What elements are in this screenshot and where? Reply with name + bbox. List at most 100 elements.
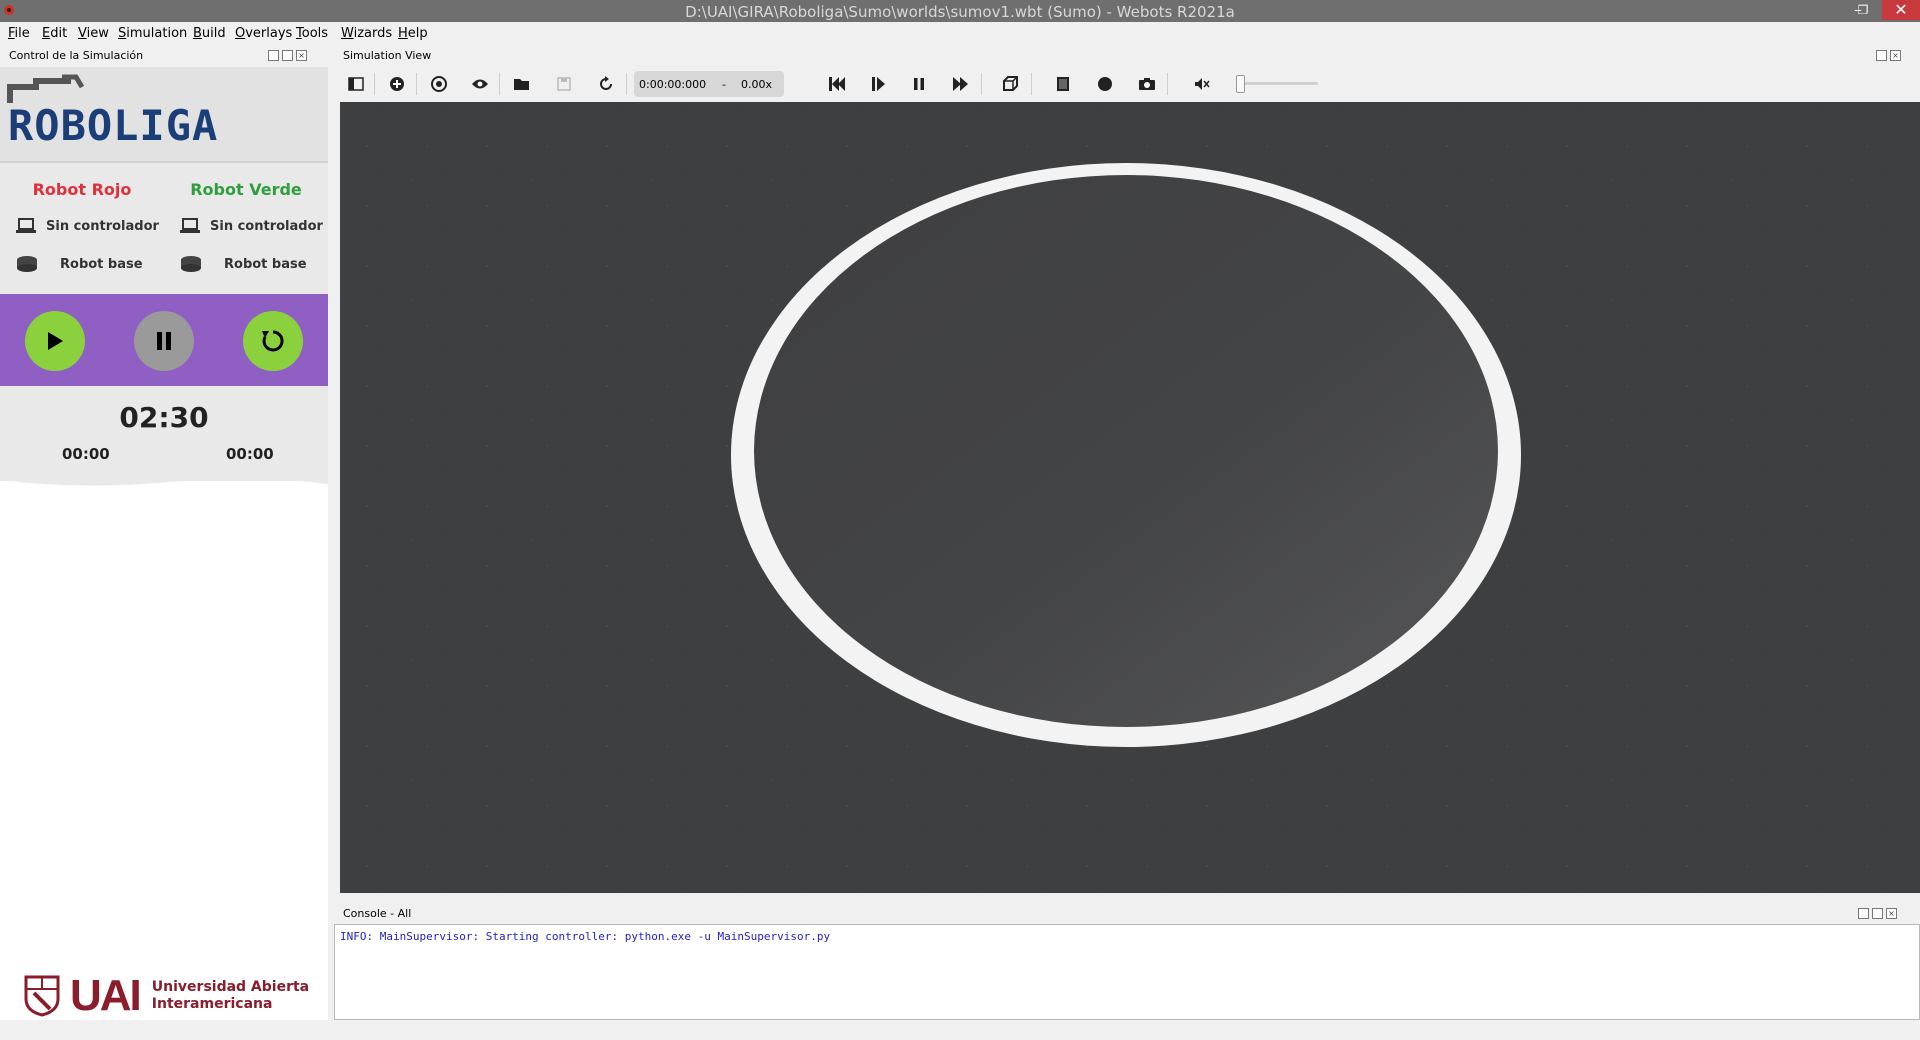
- record-button[interactable]: [1094, 73, 1116, 95]
- console-header: Console - All ×: [334, 904, 1920, 924]
- menu-file[interactable]: File: [8, 26, 30, 41]
- reset-icon: [262, 330, 284, 352]
- simulation-view-title: Simulation View: [343, 49, 432, 62]
- reset-view-button[interactable]: [999, 73, 1021, 95]
- dock-close-icon[interactable]: ×: [296, 50, 307, 61]
- save-world-button[interactable]: [553, 73, 575, 95]
- panel-toggle-icon: [348, 77, 364, 91]
- menu-overlays[interactable]: Overlays: [235, 26, 292, 41]
- pause-button[interactable]: [134, 311, 194, 371]
- simulation-control-panel: ROBOLIGA Robot Rojo Sin controlador Robo…: [0, 67, 328, 1020]
- simulation-time-display: 0:00:00:000 - 0.00x: [634, 71, 784, 97]
- step-button[interactable]: [867, 73, 889, 95]
- toolbar-separator: [1167, 73, 1168, 95]
- console-output[interactable]: INFO: MainSupervisor: Starting controlle…: [334, 924, 1920, 1020]
- arena-surface: [754, 175, 1498, 727]
- fast-forward-button[interactable]: [950, 73, 972, 95]
- menu-view[interactable]: View: [78, 26, 109, 41]
- uai-name-line2: Interamericana: [151, 996, 273, 1012]
- toolbar-separator: [416, 73, 417, 95]
- reload-world-button[interactable]: [595, 73, 617, 95]
- movie-button[interactable]: [1052, 73, 1074, 95]
- dock-restore-icon[interactable]: [1876, 50, 1887, 61]
- add-node-button[interactable]: [386, 73, 408, 95]
- dock-float-icon[interactable]: [1858, 908, 1869, 919]
- team-red-robot-label: Robot base: [60, 256, 143, 272]
- console-title: Console - All: [343, 907, 412, 920]
- dock-restore-icon[interactable]: [1872, 908, 1883, 919]
- team-green-controller[interactable]: Sin controlador: [180, 218, 323, 234]
- menu-simulation[interactable]: Simulation: [118, 26, 187, 41]
- dock-close-icon[interactable]: ×: [1890, 50, 1901, 61]
- reset-button[interactable]: [243, 311, 303, 371]
- menu-help[interactable]: Help: [398, 26, 428, 41]
- laptop-icon: [180, 218, 200, 233]
- volume-slider[interactable]: [1236, 75, 1318, 93]
- team-red-name: Robot Rojo: [32, 180, 132, 199]
- simulation-view-header: Simulation View ×: [334, 46, 1920, 66]
- uai-acronym: UAI: [70, 971, 142, 1020]
- reset-simulation-icon: [829, 77, 845, 91]
- left-dock-title: Control de la Simulación: [9, 49, 144, 62]
- uai-shield-icon: [24, 975, 60, 1017]
- 3d-viewport[interactable]: [340, 102, 1920, 893]
- play-icon: [48, 332, 63, 350]
- close-button[interactable]: ✕: [1882, 0, 1920, 20]
- team-red-controller[interactable]: Sin controlador: [16, 218, 159, 234]
- toolbar-separator: [499, 73, 500, 95]
- team-green-robot-label: Robot base: [224, 256, 307, 272]
- screenshot-icon: [1139, 78, 1155, 90]
- screenshot-button[interactable]: [1136, 73, 1158, 95]
- mute-button[interactable]: [1191, 73, 1213, 95]
- team-green-robot[interactable]: Robot base: [180, 255, 307, 273]
- play-button[interactable]: [25, 311, 85, 371]
- roboliga-logo-area: ROBOLIGA: [0, 67, 328, 161]
- dock-restore-icon[interactable]: [282, 50, 293, 61]
- toolbar-pause-button[interactable]: [908, 73, 930, 95]
- toolbar-separator: [626, 73, 627, 95]
- uai-name-line1: Universidad Abierta: [151, 979, 310, 995]
- window-title: D:\UAI\GIRA\Roboliga\Sumo\worlds\sumov1.…: [685, 3, 1235, 21]
- dock-float-icon[interactable]: [268, 50, 279, 61]
- viewpoint-button[interactable]: [428, 73, 450, 95]
- laptop-icon: [16, 218, 36, 233]
- simulation-toolbar: 0:00:00:000 - 0.00x: [334, 67, 1920, 101]
- timer-area: 02:30 00:00 00:00: [0, 386, 328, 481]
- maximize-button[interactable]: ❐: [1852, 0, 1874, 20]
- pause-icon: [914, 78, 924, 90]
- time-separator: -: [722, 78, 726, 91]
- movie-icon: [1057, 77, 1069, 91]
- view-button[interactable]: [469, 73, 491, 95]
- view-icon: [472, 79, 488, 89]
- team-green-controller-label: Sin controlador: [210, 218, 323, 234]
- menu-tools[interactable]: Tools: [296, 26, 328, 41]
- toolbar-separator: [374, 73, 375, 95]
- simulation-time: 0:00:00:000: [639, 78, 707, 91]
- menu-edit[interactable]: Edit: [42, 26, 67, 41]
- fast-forward-icon: [953, 77, 968, 91]
- roboliga-logo-text: ROBOLIGA: [8, 101, 219, 150]
- left-dock-header: Control de la Simulación ×: [0, 46, 328, 66]
- reload-world-icon: [600, 76, 612, 90]
- menu-build[interactable]: Build: [193, 26, 226, 41]
- reset-simulation-button[interactable]: [826, 73, 848, 95]
- toolbar-separator: [981, 73, 982, 95]
- volume-slider-handle[interactable]: [1236, 75, 1245, 93]
- viewpoint-icon: [431, 76, 447, 92]
- menu-wizards[interactable]: Wizards: [341, 26, 392, 41]
- record-icon: [1098, 77, 1112, 91]
- team-red-robot[interactable]: Robot base: [16, 255, 143, 273]
- pause-icon: [157, 332, 171, 350]
- open-world-icon: [514, 79, 529, 90]
- panel-toggle-button[interactable]: [345, 73, 367, 95]
- open-world-button[interactable]: [511, 73, 533, 95]
- add-node-icon: [390, 77, 404, 91]
- simulation-speed: 0.00x: [741, 78, 773, 91]
- timer-wave-divider: [0, 472, 328, 486]
- team-green-name: Robot Verde: [190, 180, 302, 199]
- menu-bar: File Edit View Simulation Build Overlays…: [0, 22, 1920, 44]
- reset-view-icon: [1003, 76, 1018, 91]
- team-red-controller-label: Sin controlador: [46, 218, 159, 234]
- uai-logo: UAI Universidad Abierta Interamericana: [24, 971, 310, 1020]
- dock-close-icon[interactable]: ×: [1886, 908, 1897, 919]
